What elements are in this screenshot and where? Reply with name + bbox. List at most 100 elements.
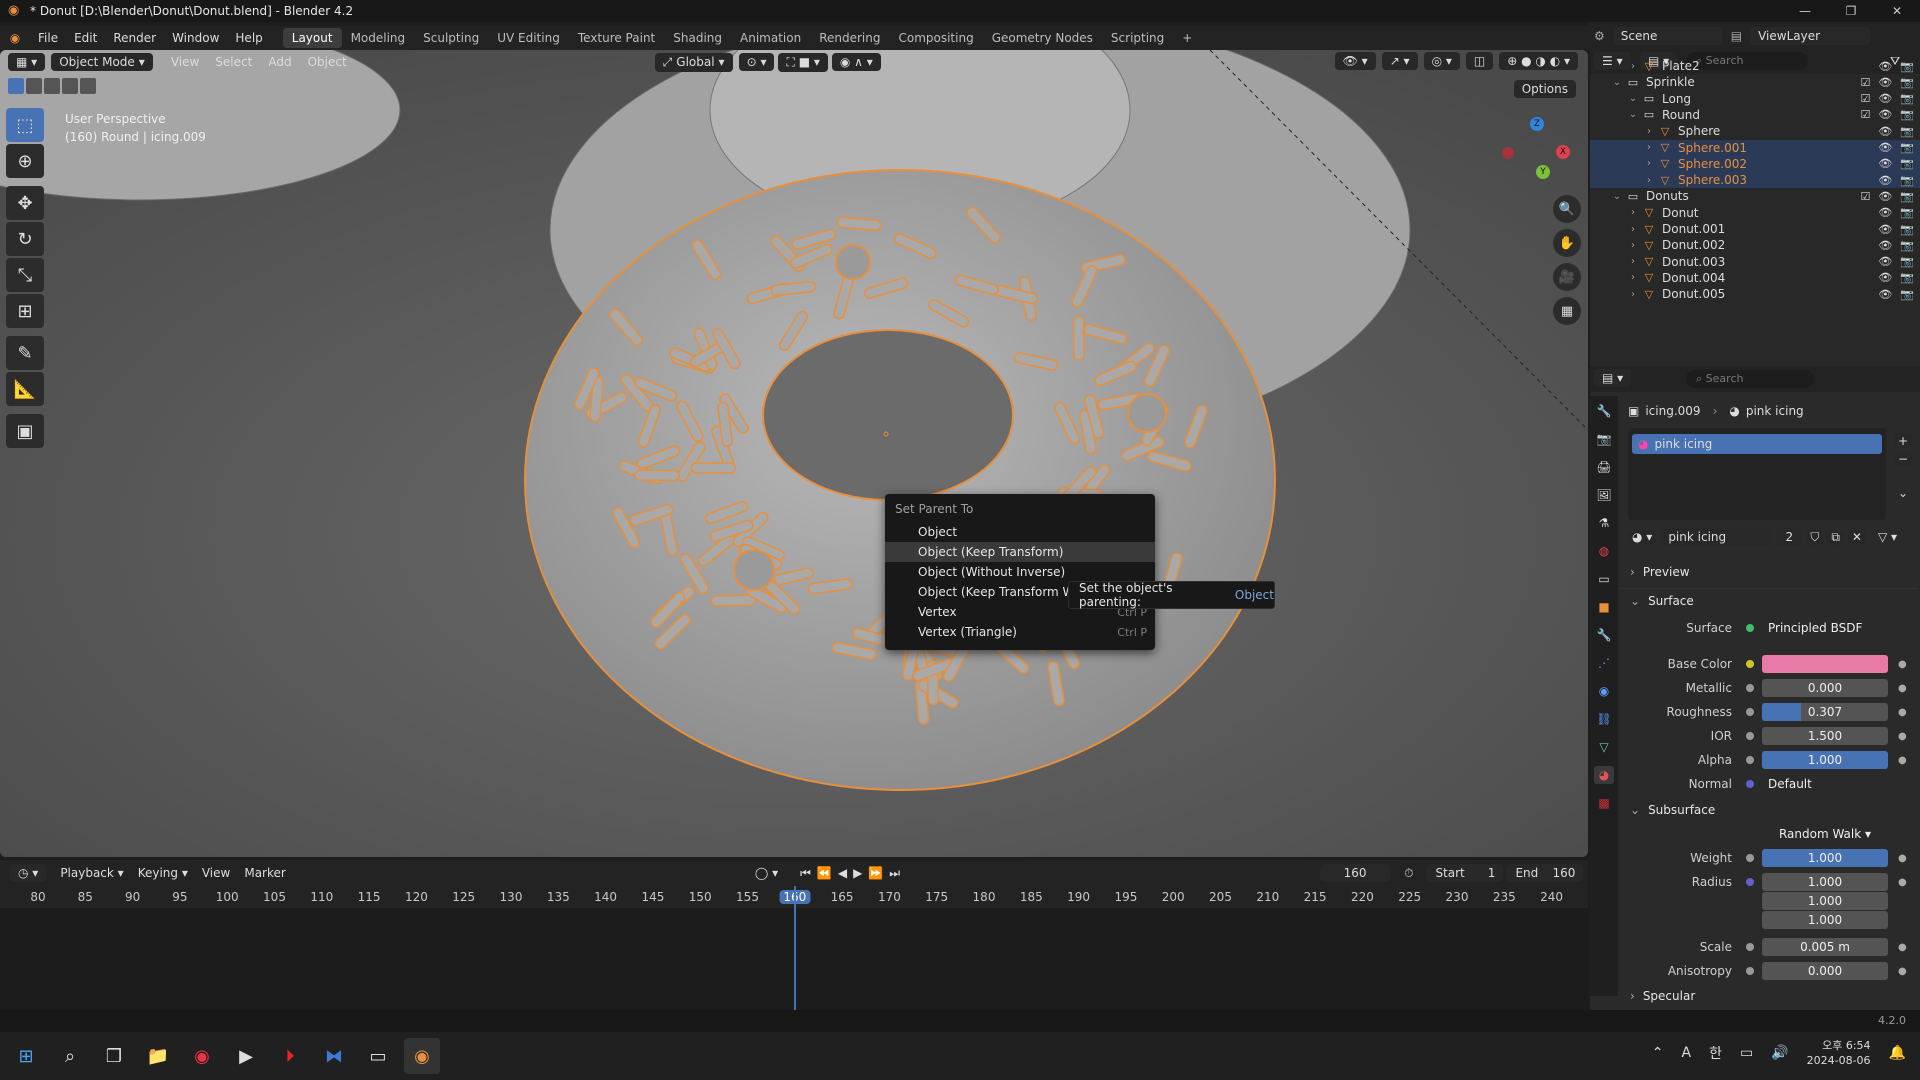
auto-key-icon[interactable]: ◯ ▾ bbox=[755, 866, 778, 880]
visibility-eye-icon[interactable]: 👁 bbox=[1878, 92, 1892, 105]
alpha-slider[interactable]: 1.000 bbox=[1762, 751, 1888, 769]
render-camera-icon[interactable]: 📷 bbox=[1900, 255, 1914, 268]
xray-toggle-icon[interactable]: ◫ bbox=[1465, 52, 1494, 70]
render-camera-icon[interactable]: 📷 bbox=[1900, 174, 1914, 187]
particles-tab-icon[interactable]: ⋰ bbox=[1594, 654, 1614, 672]
tab-shading[interactable]: Shading bbox=[664, 28, 731, 48]
outliner-row[interactable]: › ▽ Donut.005 👁 📷 bbox=[1590, 286, 1920, 302]
radius-y-field[interactable]: 1.000 bbox=[1762, 892, 1888, 910]
render-camera-icon[interactable]: 📷 bbox=[1900, 271, 1914, 284]
tray-chevron-icon[interactable]: ⌃ bbox=[1652, 1045, 1664, 1061]
preview-range-icon[interactable]: ⏱ bbox=[1404, 866, 1413, 881]
expand-arrow-icon[interactable]: › bbox=[1626, 240, 1640, 251]
render-camera-icon[interactable]: 📷 bbox=[1900, 76, 1914, 89]
visibility-eye-icon[interactable]: 👁 bbox=[1878, 108, 1892, 121]
outliner-row[interactable]: › ▽ Donut.001 👁 📷 bbox=[1590, 221, 1920, 237]
exclude-checkbox[interactable]: ☑ bbox=[1860, 92, 1870, 105]
pivot-icon[interactable]: ⊙ ▾ bbox=[738, 53, 775, 71]
section-subsurface[interactable]: ⌄ Subsurface bbox=[1620, 798, 1918, 822]
sprinkle-sphere-001[interactable] bbox=[835, 244, 871, 280]
youtube-music-icon[interactable]: ⏵ bbox=[272, 1038, 308, 1074]
section-specular[interactable]: › Specular bbox=[1620, 984, 1918, 1008]
gizmo-y-axis[interactable]: Y bbox=[1536, 165, 1550, 179]
snap-icon[interactable]: ⛶ ■ ▾ bbox=[778, 52, 828, 72]
measure-icon[interactable]: 📐 bbox=[6, 372, 44, 406]
texture-tab-icon[interactable]: ▩ bbox=[1594, 794, 1614, 812]
tab-modeling[interactable]: Modeling bbox=[342, 28, 415, 48]
visibility-eye-icon[interactable]: 👁 bbox=[1878, 157, 1892, 170]
outliner-row[interactable]: › ▽ Sphere.002 👁 📷 bbox=[1590, 155, 1920, 172]
camera-icon[interactable]: 🎥 bbox=[1553, 263, 1581, 291]
object-tab-icon[interactable]: ■ bbox=[1594, 598, 1614, 616]
rotate-icon[interactable]: ↻ bbox=[6, 222, 44, 256]
modifier-tab-icon[interactable]: 🔧 bbox=[1594, 626, 1614, 644]
outliner-row[interactable]: › ▽ Donut.003 👁 📷 bbox=[1590, 254, 1920, 270]
menu-add[interactable]: Add bbox=[260, 55, 299, 69]
render-tab-icon[interactable]: 📷 bbox=[1594, 430, 1614, 448]
expand-arrow-icon[interactable]: ⌄ bbox=[1610, 77, 1624, 88]
render-camera-icon[interactable]: 📷 bbox=[1900, 239, 1914, 252]
menu-playback[interactable]: Playback ▾ bbox=[60, 866, 123, 880]
expand-arrow-icon[interactable]: ⌄ bbox=[1626, 93, 1640, 104]
scene-field[interactable]: Scene bbox=[1612, 27, 1723, 45]
browse-material-icon[interactable]: ◕ ▾ bbox=[1628, 530, 1657, 544]
material-name-field[interactable]: pink icing bbox=[1660, 528, 1773, 546]
section-preview[interactable]: › Preview bbox=[1620, 560, 1918, 584]
notification-bell-icon[interactable]: 🔔 bbox=[1889, 1045, 1906, 1061]
tab-compositing[interactable]: Compositing bbox=[889, 28, 982, 48]
blender-menu-icon[interactable]: ◉ bbox=[0, 31, 30, 45]
visibility-eye-icon[interactable]: 👁 bbox=[1878, 60, 1892, 73]
pan-hand-icon[interactable]: ✋ bbox=[1553, 229, 1581, 257]
menu-timeline-view[interactable]: View bbox=[202, 866, 230, 880]
keyframe-dot-icon[interactable]: ● bbox=[1898, 877, 1907, 888]
material-slot-list[interactable]: ◕ pink icing bbox=[1628, 428, 1886, 520]
grid-view-icon[interactable]: ▦ bbox=[1553, 297, 1581, 325]
expand-arrow-icon[interactable]: › bbox=[1626, 256, 1640, 267]
menu-view[interactable]: View bbox=[163, 55, 207, 69]
fake-user-icon[interactable]: ⛉ bbox=[1806, 529, 1824, 545]
menu-window[interactable]: Window bbox=[164, 31, 227, 45]
metallic-field[interactable]: 0.000 bbox=[1762, 679, 1888, 697]
playhead-line[interactable] bbox=[794, 886, 796, 1016]
add-slot-button[interactable]: + bbox=[1894, 434, 1913, 448]
data-tab-icon[interactable]: ▽ bbox=[1594, 738, 1614, 756]
vscode-icon[interactable]: ⧓ bbox=[316, 1038, 352, 1074]
remove-slot-button[interactable]: − bbox=[1894, 452, 1913, 466]
roughness-slider[interactable]: 0.307 bbox=[1762, 703, 1888, 721]
collection-tab-icon[interactable]: ▭ bbox=[1594, 570, 1614, 588]
current-frame-field[interactable]: 160 bbox=[1320, 864, 1391, 882]
close-button[interactable]: ✕ bbox=[1874, 0, 1920, 22]
constraints-tab-icon[interactable]: ⛓ bbox=[1594, 710, 1614, 728]
visibility-eye-icon[interactable]: 👁 bbox=[1878, 271, 1892, 284]
transform-orientation-dropdown[interactable]: ⤢ Global ▾ bbox=[654, 52, 733, 72]
render-camera-icon[interactable]: 📷 bbox=[1900, 92, 1914, 105]
tab-rendering[interactable]: Rendering bbox=[810, 28, 889, 48]
menu-keying[interactable]: Keying ▾ bbox=[138, 866, 188, 880]
keyframe-dot-icon[interactable]: ● bbox=[1898, 942, 1907, 953]
tab-layout[interactable]: Layout bbox=[282, 28, 342, 48]
menu-item-vertex-triangle[interactable]: Vertex (Triangle) Ctrl P bbox=[885, 622, 1155, 642]
tab-animation[interactable]: Animation bbox=[731, 28, 810, 48]
end-frame-field[interactable]: End 160 bbox=[1507, 864, 1584, 882]
selection-mode-icons[interactable] bbox=[8, 78, 96, 94]
clock[interactable]: 오후 6:54 2024-08-06 bbox=[1807, 1038, 1871, 1068]
gizmo-neg-x[interactable] bbox=[1502, 147, 1514, 159]
sprinkle-sphere-002[interactable] bbox=[1127, 393, 1167, 433]
outliner-row[interactable]: › ▽ Donut.004 👁 📷 bbox=[1590, 270, 1920, 286]
visibility-eye-icon[interactable]: 👁 bbox=[1878, 206, 1892, 219]
tab-uv-editing[interactable]: UV Editing bbox=[488, 28, 569, 48]
timeline-editor-type-icon[interactable]: ◷ ▾ bbox=[10, 864, 47, 882]
visibility-eye-icon[interactable]: 👁 bbox=[1878, 76, 1892, 89]
outliner-row[interactable]: › ▽ Sphere.003 👁 📷 bbox=[1590, 172, 1920, 189]
render-camera-icon[interactable]: 📷 bbox=[1900, 125, 1914, 138]
render-camera-icon[interactable]: 📷 bbox=[1900, 60, 1914, 73]
normal-field[interactable]: Default bbox=[1762, 775, 1888, 793]
expand-arrow-icon[interactable]: › bbox=[1626, 207, 1640, 218]
add-workspace-button[interactable]: + bbox=[1173, 28, 1201, 48]
weight-slider[interactable]: 1.000 bbox=[1762, 849, 1888, 867]
start-menu-icon[interactable]: ⊞ bbox=[8, 1038, 44, 1074]
start-frame-field[interactable]: Start 1 bbox=[1427, 864, 1504, 882]
search-icon[interactable]: ⌕ bbox=[52, 1038, 88, 1074]
terminal-icon[interactable]: ▭ bbox=[360, 1038, 396, 1074]
keyframe-dot-icon[interactable]: ● bbox=[1898, 755, 1907, 766]
